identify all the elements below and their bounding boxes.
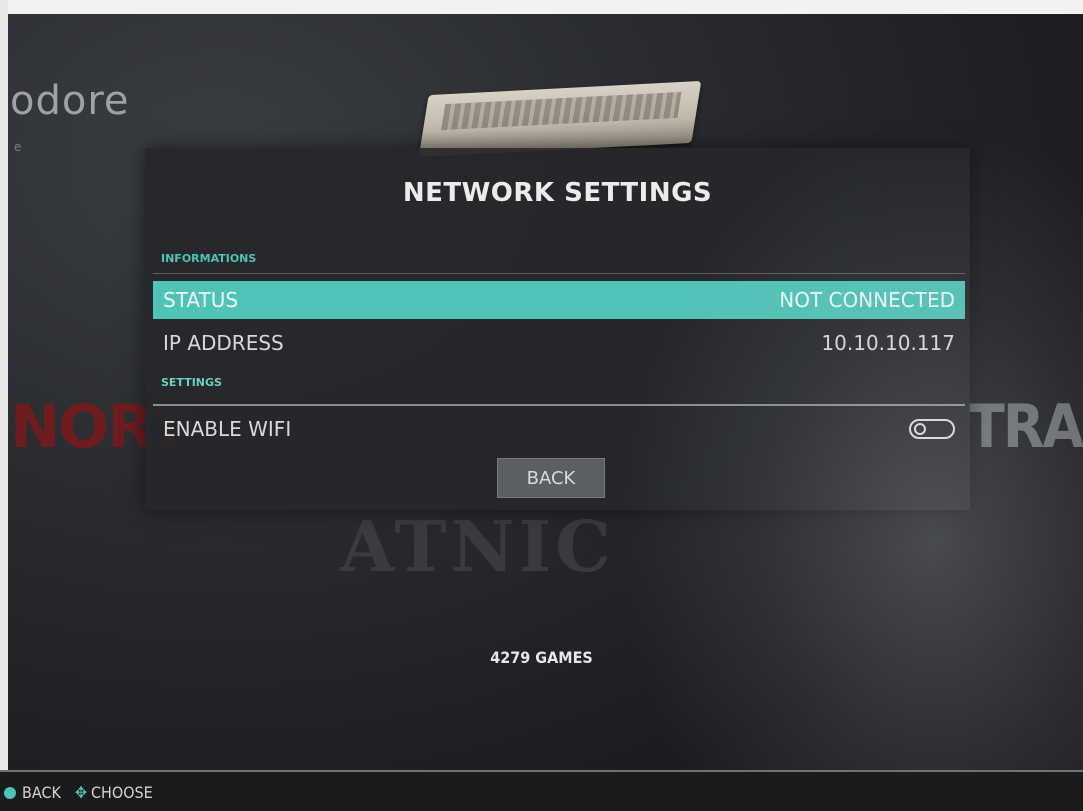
console-keyboard — [441, 91, 682, 131]
screen: odore e NORT TRAD ATNIC NETWORK SETTINGS… — [0, 0, 1083, 811]
section-header-settings: SETTINGS — [161, 376, 222, 389]
system-title: odore — [10, 78, 130, 124]
help-back: BACK — [4, 783, 61, 802]
circle-button-icon — [4, 786, 16, 799]
game-logo-right: TRAD — [968, 392, 1083, 462]
status-value: NOT CONNECTED — [779, 288, 955, 312]
network-settings-dialog: NETWORK SETTINGS INFORMATIONS STATUS NOT… — [145, 148, 970, 510]
system-subtitle: e — [14, 140, 22, 154]
screen-bezel-top — [0, 0, 1083, 14]
wifi-toggle[interactable] — [909, 419, 955, 439]
back-button[interactable]: BACK — [497, 458, 605, 498]
help-bar: BACK ✥ CHOOSE — [0, 770, 1083, 811]
console-image — [418, 80, 702, 158]
dialog-title: NETWORK SETTINGS — [402, 178, 713, 208]
section-divider — [153, 404, 965, 406]
section-header-informations: INFORMATIONS — [161, 252, 257, 265]
ip-address-value: 10.10.10.117 — [821, 331, 955, 355]
toggle-knob-icon — [914, 423, 926, 435]
ip-address-row[interactable]: IP ADDRESS 10.10.10.117 — [153, 324, 965, 362]
help-choose: ✥ CHOOSE — [65, 783, 153, 802]
status-row[interactable]: STATUS NOT CONNECTED — [153, 281, 965, 319]
status-label: STATUS — [163, 288, 239, 312]
help-back-label: BACK — [22, 783, 61, 802]
section-divider — [153, 273, 965, 274]
enable-wifi-row[interactable]: ENABLE WIFI — [153, 410, 965, 448]
ip-address-label: IP ADDRESS — [163, 331, 284, 355]
enable-wifi-label: ENABLE WIFI — [163, 417, 292, 441]
game-logo-bottom: ATNIC — [340, 505, 616, 588]
screen-bezel-left — [0, 0, 8, 811]
games-count: 4279 GAMES — [490, 648, 593, 667]
help-choose-label: CHOOSE — [91, 783, 153, 802]
dpad-icon: ✥ — [74, 783, 87, 802]
